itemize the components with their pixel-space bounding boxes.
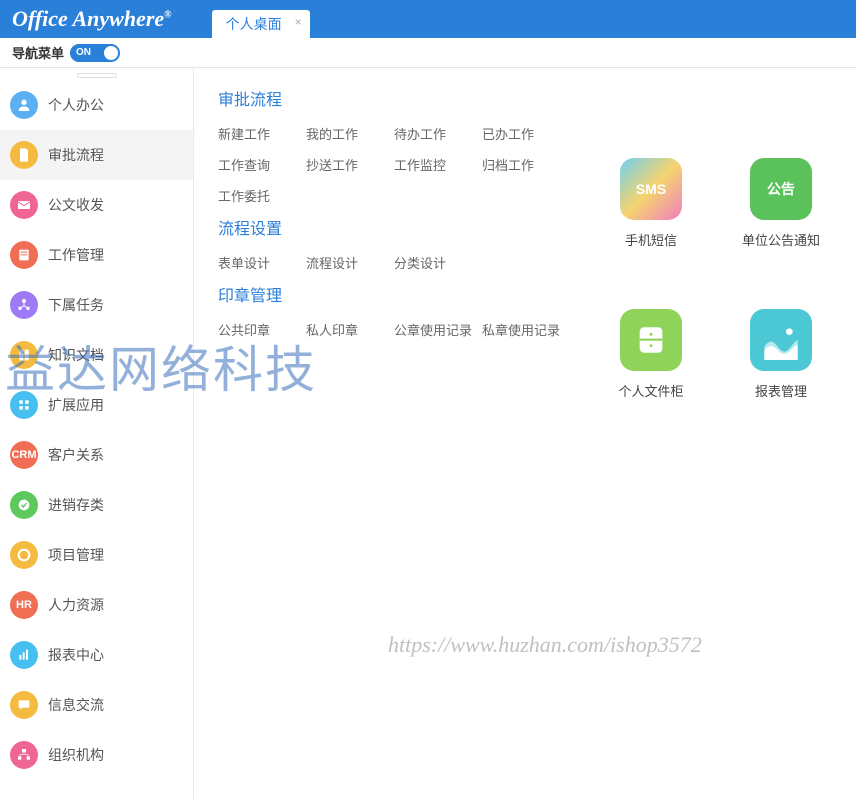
sidebar-item-13[interactable]: 组织机构	[0, 730, 193, 780]
flyout-link[interactable]: 私章使用记录	[482, 320, 570, 339]
app-label: 个人文件柜	[606, 381, 696, 400]
nav-label: 项目管理	[48, 545, 104, 565]
sidebar-item-8[interactable]: 进销存类	[0, 480, 193, 530]
content-area: 审批流程新建工作我的工作待办工作已办工作工作查询抄送工作工作监控归档工作工作委托…	[194, 68, 856, 799]
desktop-apps: SMS 手机短信 公告单位公告通知个人文件柜 报表管理	[606, 158, 856, 400]
flyout-link[interactable]: 工作监控	[394, 155, 482, 174]
sidebar-item-0[interactable]: 个人办公	[0, 80, 193, 130]
nav-label: 组织机构	[48, 745, 104, 765]
nav-label: 下属任务	[48, 295, 104, 315]
close-icon[interactable]: ×	[295, 15, 302, 29]
flyout-link[interactable]: 工作委托	[218, 186, 306, 205]
nav-label: 个人办公	[48, 95, 104, 115]
app-icon	[620, 309, 682, 371]
sidebar-item-10[interactable]: HR 人力资源	[0, 580, 193, 630]
flyout-link[interactable]: 我的工作	[306, 124, 394, 143]
nav-icon: HR	[10, 591, 38, 619]
sidebar-item-9[interactable]: 项目管理	[0, 530, 193, 580]
app-logo: Office Anywhere®	[12, 6, 182, 32]
app-label: 手机短信	[606, 230, 696, 249]
sidebar-item-4[interactable]: 下属任务	[0, 280, 193, 330]
sidebar-item-5[interactable]: 知识文档	[0, 330, 193, 380]
nav-toggle[interactable]: ON	[70, 44, 120, 62]
flyout-section-title: 审批流程	[218, 86, 570, 110]
app-tile-2[interactable]: 个人文件柜	[606, 309, 696, 400]
sidebar-item-3[interactable]: 工作管理	[0, 230, 193, 280]
app-label: 报表管理	[736, 381, 826, 400]
sidebar-item-2[interactable]: 公文收发	[0, 180, 193, 230]
top-bar: Office Anywhere® 个人桌面 ×	[0, 0, 856, 38]
app-tile-1[interactable]: 公告单位公告通知	[736, 158, 826, 249]
main-area: 个人办公审批流程公文收发工作管理下属任务知识文档扩展应用CRM客户关系进销存类项…	[0, 68, 856, 799]
flyout-link[interactable]: 抄送工作	[306, 155, 394, 174]
tab-label: 个人桌面	[226, 16, 282, 32]
flyout-link[interactable]: 待办工作	[394, 124, 482, 143]
nav-label: 扩展应用	[48, 395, 104, 415]
flyout-link[interactable]: 公章使用记录	[394, 320, 482, 339]
nav-label: 进销存类	[48, 495, 104, 515]
flyout-section-title: 印章管理	[218, 282, 570, 306]
nav-icon	[10, 391, 38, 419]
flyout-link[interactable]: 新建工作	[218, 124, 306, 143]
app-tile-3[interactable]: 报表管理	[736, 309, 826, 400]
sidebar-item-1[interactable]: 审批流程	[0, 130, 193, 180]
app-tile-0[interactable]: SMS 手机短信	[606, 158, 696, 249]
flyout-link[interactable]: 表单设计	[218, 253, 306, 272]
nav-label: 知识文档	[48, 345, 104, 365]
sub-header: 导航菜单 ON	[0, 38, 856, 68]
nav-label: 公文收发	[48, 195, 104, 215]
nav-label: 人力资源	[48, 595, 104, 615]
flyout-link[interactable]: 工作查询	[218, 155, 306, 174]
nav-icon	[10, 341, 38, 369]
flyout-link[interactable]: 归档工作	[482, 155, 570, 174]
flyout-link[interactable]: 已办工作	[482, 124, 570, 143]
nav-icon	[10, 741, 38, 769]
sidebar: 个人办公审批流程公文收发工作管理下属任务知识文档扩展应用 CRM 客户关系进销存类项…	[0, 68, 194, 799]
flyout-link[interactable]: 公共印章	[218, 320, 306, 339]
nav-icon	[10, 491, 38, 519]
toggle-state: ON	[76, 47, 91, 58]
nav-label: 报表中心	[48, 645, 104, 665]
nav-icon	[10, 641, 38, 669]
nav-label: 审批流程	[48, 145, 104, 165]
nav-icon	[10, 291, 38, 319]
flyout-link[interactable]: 流程设计	[306, 253, 394, 272]
nav-icon	[10, 541, 38, 569]
flyout-link[interactable]: 私人印章	[306, 320, 394, 339]
flyout-section-title: 流程设置	[218, 215, 570, 239]
sidebar-item-7[interactable]: CRM 客户关系	[0, 430, 193, 480]
nav-icon	[10, 241, 38, 269]
app-label: 单位公告通知	[736, 230, 826, 249]
nav-icon	[10, 141, 38, 169]
app-icon: 公告	[750, 158, 812, 220]
flyout-link[interactable]: 分类设计	[394, 253, 482, 272]
sidebar-item-6[interactable]: 扩展应用	[0, 380, 193, 430]
nav-label: 工作管理	[48, 245, 104, 265]
nav-menu-label: 导航菜单	[12, 43, 64, 62]
nav-label: 信息交流	[48, 695, 104, 715]
nav-icon	[10, 191, 38, 219]
nav-icon	[10, 91, 38, 119]
sidebar-item-12[interactable]: 信息交流	[0, 680, 193, 730]
app-icon: SMS	[620, 158, 682, 220]
nav-icon	[10, 691, 38, 719]
flyout-panel: 审批流程新建工作我的工作待办工作已办工作工作查询抄送工作工作监控归档工作工作委托…	[194, 68, 594, 361]
app-icon	[750, 309, 812, 371]
nav-label: 客户关系	[48, 445, 104, 465]
tab-personal-desktop[interactable]: 个人桌面 ×	[212, 10, 310, 38]
sidebar-handle[interactable]	[0, 70, 193, 80]
nav-icon: CRM	[10, 441, 38, 469]
sidebar-item-11[interactable]: 报表中心	[0, 630, 193, 680]
